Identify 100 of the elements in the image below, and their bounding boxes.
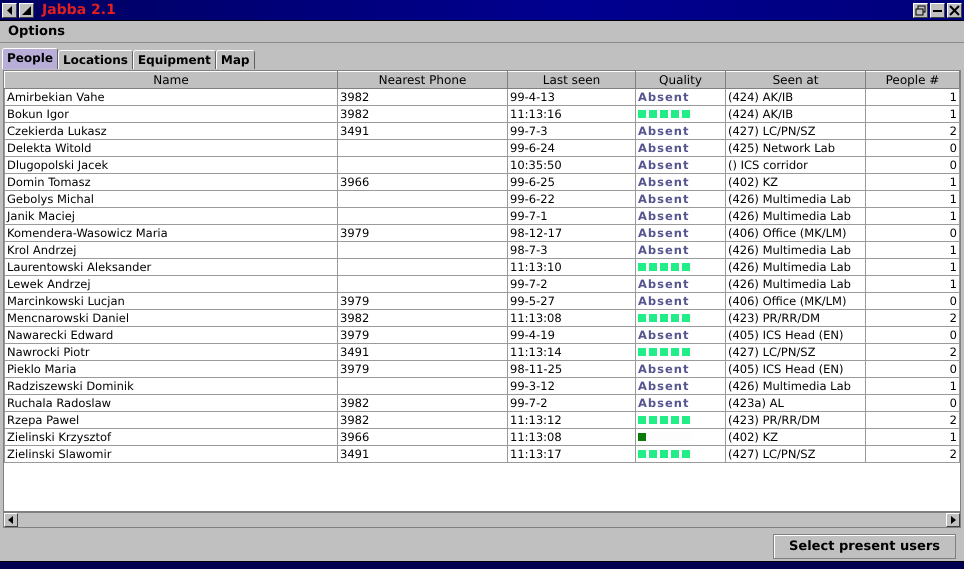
- table-cell: (426) Multimedia Lab: [728, 379, 851, 393]
- table-cell: 11:13:12: [510, 413, 562, 427]
- tab[interactable]: Map: [216, 50, 255, 69]
- table-cell: 98-11-25: [510, 362, 562, 376]
- table-cell: 11:13:08: [510, 311, 562, 325]
- table-cell: 1: [950, 192, 957, 206]
- table-cell: Gebolys Michal: [7, 192, 94, 206]
- column-header[interactable]: Name: [4, 72, 338, 88]
- table-cell: 11:13:10: [510, 260, 562, 274]
- table-cell: 2: [950, 124, 957, 138]
- table-cell: Mencnarowski Daniel: [7, 311, 130, 325]
- table-cell: () ICS corridor: [728, 158, 808, 172]
- table-cell: Nawrocki Piotr: [7, 345, 90, 359]
- table-cell: 99-7-3: [510, 124, 548, 138]
- table-cell: Nawarecki Edward: [7, 328, 114, 342]
- status-text: Absent: [638, 141, 690, 155]
- table-cell: Radziszewski Dominik: [7, 379, 134, 393]
- table-cell: 0: [950, 396, 957, 410]
- table-cell: 0: [950, 362, 957, 376]
- table-cell: 11:13:16: [510, 107, 562, 121]
- table-cell: Ruchala Radoslaw: [7, 396, 112, 410]
- table-cell: 3979: [340, 226, 370, 240]
- table-cell: 99-6-22: [510, 192, 555, 206]
- close-icon[interactable]: [947, 2, 962, 18]
- table-cell: 3966: [340, 175, 370, 189]
- table-cell: (405) ICS Head (EN): [728, 328, 844, 342]
- table-cell: 99-3-12: [510, 379, 555, 393]
- table-cell: 98-7-3: [510, 243, 548, 257]
- table-cell: 3982: [340, 90, 370, 104]
- table-cell: (402) KZ: [728, 430, 778, 444]
- table-cell: (426) Multimedia Lab: [728, 260, 851, 274]
- table-cell: 99-5-27: [510, 294, 555, 308]
- menu-item[interactable]: Options: [6, 24, 67, 39]
- table-cell: Domin Tomasz: [7, 175, 91, 189]
- table-cell: (425) Network Lab: [728, 141, 836, 155]
- table-cell: 99-7-2: [510, 396, 548, 410]
- table-cell: 0: [950, 158, 957, 172]
- table-cell: 1: [950, 379, 957, 393]
- scroll-right-icon[interactable]: [946, 513, 960, 527]
- tab[interactable]: People: [2, 48, 58, 69]
- table-cell: 1: [950, 175, 957, 189]
- table-cell: Janik Maciej: [7, 209, 75, 223]
- table-cell: 99-6-24: [510, 141, 555, 155]
- restore-icon[interactable]: [913, 2, 928, 18]
- table-cell: (406) Office (MK/LM): [728, 294, 846, 308]
- column-header[interactable]: Seen at: [726, 72, 866, 88]
- table-cell: Amirbekian Vahe: [7, 90, 105, 104]
- scroll-left-icon[interactable]: [4, 513, 18, 527]
- status-text: Absent: [638, 396, 690, 410]
- column-header[interactable]: Nearest Phone: [338, 72, 508, 88]
- table-cell: 11:13:08: [510, 430, 562, 444]
- table-cell: (426) Multimedia Lab: [728, 243, 851, 257]
- table-cell: Bokun Igor: [7, 107, 69, 121]
- table-cell: 3979: [340, 362, 370, 376]
- status-text: Absent: [638, 158, 690, 172]
- table-cell: 2: [950, 413, 957, 427]
- table-cell: 3982: [340, 413, 370, 427]
- table-cell: Laurentowski Aleksander: [7, 260, 152, 274]
- horizontal-scrollbar[interactable]: [3, 512, 961, 528]
- table-cell: 1: [950, 209, 957, 223]
- table-cell: Zielinski Krzysztof: [7, 430, 112, 444]
- status-text: Absent: [638, 192, 690, 206]
- table-cell: 2: [950, 345, 957, 359]
- table-cell: (426) Multimedia Lab: [728, 277, 851, 291]
- table-cell: Lewek Andrzej: [7, 277, 91, 291]
- table-cell: Czekierda Lukasz: [7, 124, 107, 138]
- table-cell: 10:35:50: [510, 158, 562, 172]
- table-cell: (423) PR/RR/DM: [728, 413, 820, 427]
- select-present-users-button[interactable]: Select present users: [773, 534, 956, 559]
- status-text: Absent: [638, 124, 690, 138]
- column-header[interactable]: People #: [866, 72, 960, 88]
- table-cell: (426) Multimedia Lab: [728, 209, 851, 223]
- tab[interactable]: Locations: [58, 50, 133, 69]
- status-text: Absent: [638, 243, 690, 257]
- table-cell: 0: [950, 141, 957, 155]
- table-cell: 11:13:14: [510, 345, 562, 359]
- table-cell: Marcinkowski Lucjan: [7, 294, 125, 308]
- table-cell: 3491: [340, 447, 370, 461]
- column-header[interactable]: Last seen: [508, 72, 636, 88]
- corner-triangle-icon[interactable]: [19, 2, 34, 18]
- table-cell: 0: [950, 328, 957, 342]
- table-cell: 3491: [340, 124, 370, 138]
- table-cell: 1: [950, 260, 957, 274]
- table-cell: 99-7-2: [510, 277, 548, 291]
- table-cell: 1: [950, 277, 957, 291]
- table-cell: 99-4-19: [510, 328, 555, 342]
- tab[interactable]: Equipment: [132, 50, 216, 69]
- minimize-icon[interactable]: [930, 2, 945, 18]
- table-cell: (427) LC/PN/SZ: [728, 345, 816, 359]
- table-cell: 11:13:17: [510, 447, 562, 461]
- table-cell: 3982: [340, 396, 370, 410]
- table-cell: (427) LC/PN/SZ: [728, 124, 816, 138]
- table-cell: (423a) AL: [728, 396, 784, 410]
- table-cell: Komendera-Wasowicz Maria: [7, 226, 168, 240]
- table-cell: Delekta Witold: [7, 141, 92, 155]
- table-cell: 3982: [340, 311, 370, 325]
- table-cell: 1: [950, 90, 957, 104]
- status-text: Absent: [638, 362, 690, 376]
- column-header[interactable]: Quality: [636, 72, 726, 88]
- table-cell: (402) KZ: [728, 175, 778, 189]
